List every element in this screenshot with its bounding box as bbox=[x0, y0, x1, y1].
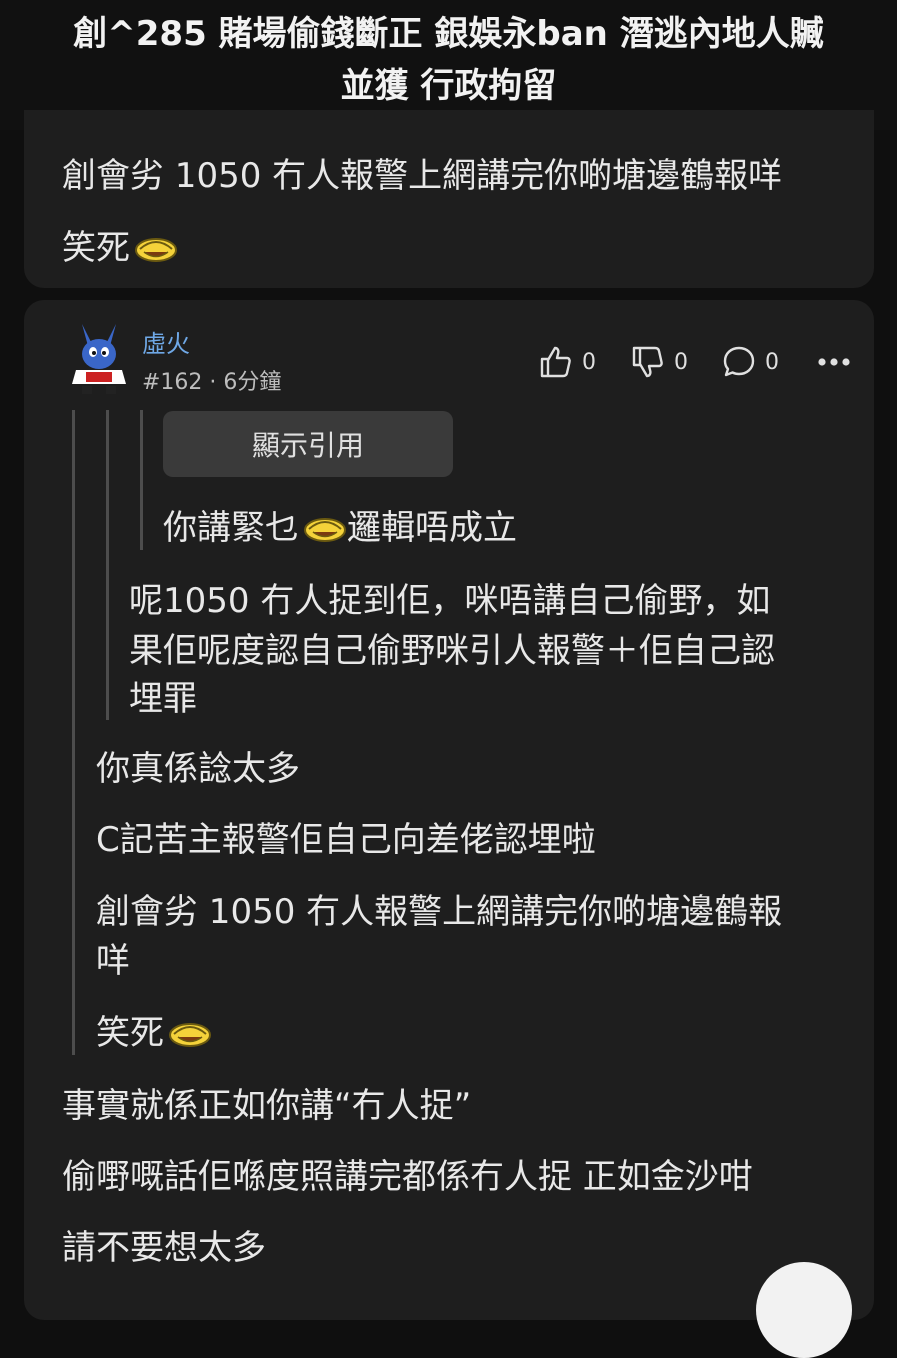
dislike-count: 0 bbox=[674, 349, 688, 375]
reply-line-2: 偷嘢嘅話佢喺度照講完都係冇人捉 正如金沙咁 bbox=[62, 1157, 753, 1197]
quote-l1-line-2: C記苦主報警佢自己向差佬認埋啦 bbox=[96, 820, 596, 860]
reply-line-1: 事實就係正如你講“冇人捉” bbox=[62, 1086, 472, 1126]
quote-l3-text: 你講緊乜 bbox=[163, 508, 299, 548]
quote-l1-line-5: 笑死 bbox=[96, 1011, 212, 1055]
thread-title-line-1: 創^285 賭場偷錢斷正 銀娛永ban 潛逃內地人贓 bbox=[73, 14, 824, 54]
more-button[interactable] bbox=[816, 344, 852, 380]
laughing-face-emoji-icon bbox=[169, 1023, 211, 1047]
quote-l2-line-1: 呢1050 冇人捉到佢，咪唔講自己偷野，如 bbox=[129, 581, 771, 621]
prev-post-line-2-text: 笑死 bbox=[62, 228, 130, 268]
thumbs-down-icon bbox=[632, 346, 663, 378]
laughing-face-emoji-icon bbox=[135, 238, 177, 262]
thread-title-line-2: 並獲 行政拘留 bbox=[340, 66, 557, 106]
quote-bar-level-2 bbox=[106, 410, 109, 720]
quote-l1-line-5-text: 笑死 bbox=[96, 1013, 164, 1053]
user-avatar[interactable] bbox=[68, 322, 130, 396]
show-quote-button[interactable]: 顯示引用 bbox=[163, 411, 453, 477]
quote-l1-line-4: 咩 bbox=[96, 941, 130, 981]
floating-action-button[interactable] bbox=[756, 1262, 852, 1358]
like-count: 0 bbox=[582, 349, 596, 375]
thumbs-up-icon bbox=[540, 346, 571, 378]
dislike-button[interactable]: 0 bbox=[630, 344, 688, 380]
comment-bubble-icon bbox=[723, 346, 755, 377]
quote-l1-line-3: 創會劣 1050 冇人報警上網講完你啲塘邊鶴報 bbox=[96, 892, 783, 932]
comment-button[interactable]: 0 bbox=[721, 344, 779, 380]
comment-count: 0 bbox=[765, 349, 779, 375]
laughing-face-emoji-icon bbox=[304, 518, 346, 542]
prev-post-line-1: 創會劣 1050 冇人報警上網講完你啲塘邊鶴報咩 bbox=[62, 156, 783, 196]
quote-l3-line: 你講緊乜 邏輯唔成立 bbox=[163, 506, 517, 550]
like-button[interactable]: 0 bbox=[538, 344, 596, 380]
reply-line-3: 請不要想太多 bbox=[62, 1228, 266, 1268]
prev-post-line-2: 笑死 bbox=[62, 226, 178, 270]
quote-l2-line-3: 埋罪 bbox=[129, 679, 197, 719]
thread-title: 創^285 賭場偷錢斷正 銀娛永ban 潛逃內地人贓 並獲 行政拘留 bbox=[20, 8, 877, 112]
more-dots-icon bbox=[818, 358, 850, 366]
username[interactable]: 虛火 bbox=[142, 324, 190, 359]
quote-l2-line-2: 果佢呢度認自己偷野咪引人報警＋佢自己認 bbox=[129, 631, 775, 671]
quote-bar-level-1 bbox=[72, 410, 75, 1055]
quote-l3-tail: 邏輯唔成立 bbox=[347, 508, 517, 548]
post-meta: #162 · 6分鐘 bbox=[142, 370, 282, 395]
quote-l1-line-1: 你真係諗太多 bbox=[96, 749, 300, 789]
quote-bar-level-3 bbox=[140, 410, 143, 550]
